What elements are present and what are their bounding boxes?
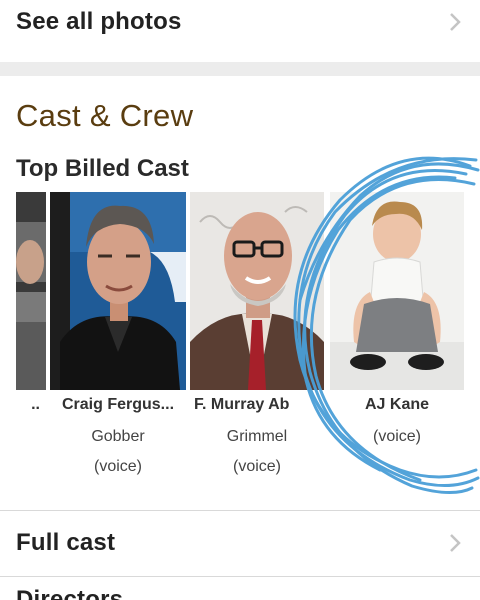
- chevron-right-icon: [450, 534, 461, 552]
- cast-card[interactable]: AJ Kane (voice): [330, 192, 464, 492]
- cast-photo: [50, 192, 186, 390]
- divider: [0, 510, 480, 511]
- cast-crew-heading: Cast & Crew: [16, 98, 194, 133]
- directors-label: Directors: [16, 586, 124, 600]
- cast-photo: [190, 192, 324, 390]
- movie-details-page: See all photos Cast & Crew Top Billed Ca…: [0, 0, 480, 600]
- cast-name: AJ Kane: [364, 396, 430, 413]
- cast-role: (voice): [372, 428, 421, 445]
- top-billed-cast-heading: Top Billed Cast: [16, 155, 189, 182]
- cast-photo: [330, 192, 464, 390]
- see-all-photos-label: See all photos: [16, 8, 182, 35]
- cast-photo: [16, 192, 46, 390]
- cast-card[interactable]: ..: [0, 192, 46, 492]
- directors-link[interactable]: Directors: [0, 580, 480, 600]
- cast-role-note: (voice): [232, 458, 281, 475]
- cast-name: ..: [31, 396, 40, 413]
- chevron-right-icon: [450, 13, 461, 31]
- cast-card[interactable]: Craig Fergus... Gobber (voice): [50, 192, 186, 492]
- cast-role: Grimmel: [226, 428, 288, 445]
- cast-name: Craig Fergus...: [61, 396, 175, 413]
- cast-role-note: (voice): [93, 458, 142, 475]
- divider: [0, 576, 480, 577]
- cast-carousel[interactable]: .. Craig Fergus... Gobber (voice) F. Mur…: [0, 192, 480, 492]
- section-separator: [0, 62, 480, 76]
- cast-card[interactable]: F. Murray Ab Grimmel (voice): [190, 192, 324, 492]
- cast-role: Gobber: [91, 428, 145, 445]
- full-cast-link[interactable]: Full cast: [0, 512, 480, 574]
- full-cast-label: Full cast: [16, 529, 116, 556]
- cast-name: F. Murray Ab: [194, 396, 290, 413]
- see-all-photos-link[interactable]: See all photos: [0, 0, 480, 44]
